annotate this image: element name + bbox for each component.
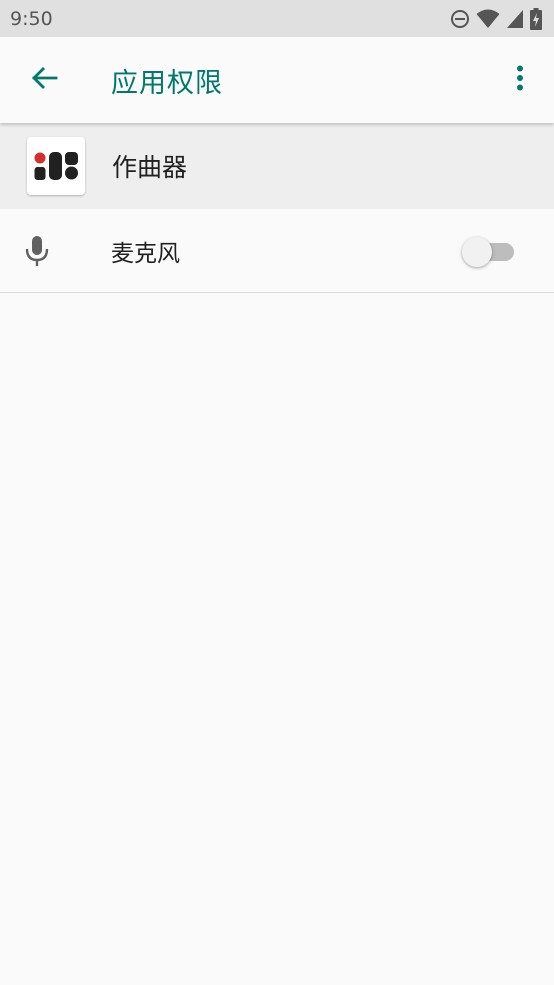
microphone-icon: [22, 233, 52, 269]
battery-charging-icon: [530, 7, 542, 30]
app-icon: [27, 137, 85, 195]
app-name: 作曲器: [112, 153, 188, 182]
app-header-row: 作曲器: [0, 123, 554, 209]
app-bar: 应用权限: [0, 37, 554, 123]
permission-label: 麦克风: [111, 240, 180, 267]
overflow-menu-button[interactable]: [500, 52, 540, 108]
arrow-back-icon: [30, 66, 58, 94]
page-title: 应用权限: [111, 67, 223, 99]
do-not-disturb-icon: [450, 9, 470, 29]
status-time: 9:50: [10, 7, 53, 30]
status-bar: 9:50: [0, 0, 554, 37]
more-vert-icon: [516, 65, 524, 95]
permission-row-microphone[interactable]: 麦克风: [0, 209, 554, 293]
back-button[interactable]: [16, 52, 72, 108]
microphone-toggle[interactable]: [462, 237, 514, 267]
status-icons: [450, 7, 542, 30]
composer-logo-icon: [34, 152, 78, 180]
signal-icon: [506, 9, 524, 29]
wifi-icon: [476, 9, 500, 29]
toggle-thumb: [462, 237, 492, 267]
